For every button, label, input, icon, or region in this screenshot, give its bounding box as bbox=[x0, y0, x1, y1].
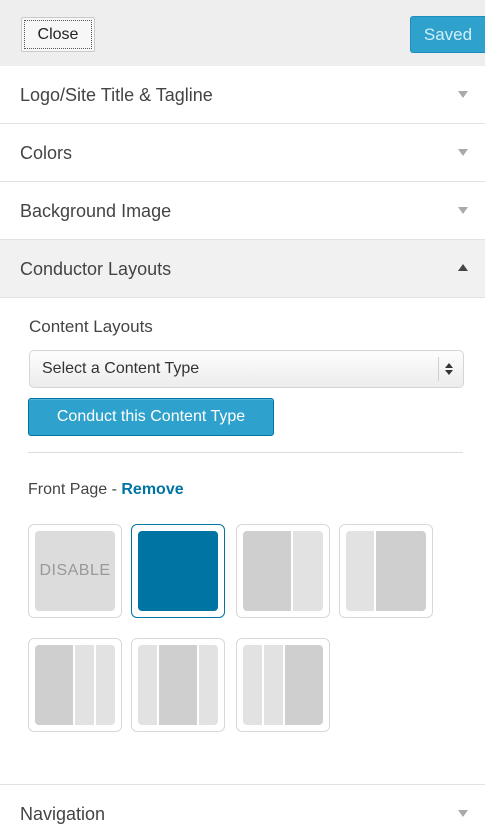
customizer-header: Close Saved bbox=[0, 0, 485, 66]
chevron-up-icon bbox=[458, 264, 468, 271]
layout-preview bbox=[346, 531, 426, 611]
select-divider bbox=[438, 357, 439, 381]
layout-preview bbox=[138, 645, 218, 725]
layout-option-sidebar-content-sidebar[interactable] bbox=[131, 638, 225, 732]
chevron-down-icon bbox=[458, 207, 468, 214]
remove-link[interactable]: Remove bbox=[121, 481, 183, 498]
section-title: Colors bbox=[20, 143, 73, 163]
content-type-select[interactable]: Select a Content Type bbox=[29, 350, 464, 388]
section-title: Conductor Layouts bbox=[20, 259, 172, 279]
section-conductor-layouts[interactable]: Conductor Layouts bbox=[0, 240, 485, 298]
front-page-label: Front Page - Remove bbox=[28, 481, 184, 498]
layout-option-content-sidebar[interactable] bbox=[236, 524, 330, 618]
layout-preview bbox=[243, 645, 323, 725]
layout-full-width-preview bbox=[138, 531, 218, 611]
layout-option-sidebar-content[interactable] bbox=[339, 524, 433, 618]
chevron-down-icon bbox=[458, 91, 468, 98]
layout-disable-label: DISABLE bbox=[35, 531, 115, 611]
section-title: Logo/Site Title & Tagline bbox=[20, 85, 213, 105]
layout-preview bbox=[35, 645, 115, 725]
layout-option-sidebar-sidebar-content[interactable] bbox=[236, 638, 330, 732]
close-button[interactable]: Close bbox=[21, 17, 95, 52]
content-layouts-label: Content Layouts bbox=[29, 317, 153, 336]
chevron-down-icon bbox=[458, 810, 468, 817]
section-background-image[interactable]: Background Image bbox=[0, 182, 485, 240]
select-value: Select a Content Type bbox=[42, 360, 200, 377]
section-logo-site-title[interactable]: Logo/Site Title & Tagline bbox=[0, 66, 485, 124]
saved-button[interactable]: Saved bbox=[410, 16, 485, 53]
select-arrows-icon bbox=[445, 360, 455, 378]
chevron-down-icon bbox=[458, 149, 468, 156]
layout-option-disable[interactable]: DISABLE bbox=[28, 524, 122, 618]
conduct-content-type-button[interactable]: Conduct this Content Type bbox=[28, 398, 274, 436]
section-title: Navigation bbox=[20, 804, 106, 824]
section-title: Background Image bbox=[20, 201, 172, 221]
section-navigation[interactable]: Navigation bbox=[0, 784, 485, 840]
divider bbox=[28, 452, 463, 453]
section-colors[interactable]: Colors bbox=[0, 124, 485, 182]
layout-option-full-width[interactable] bbox=[131, 524, 225, 618]
layout-option-content-sidebar-sidebar[interactable] bbox=[28, 638, 122, 732]
layout-preview bbox=[243, 531, 323, 611]
